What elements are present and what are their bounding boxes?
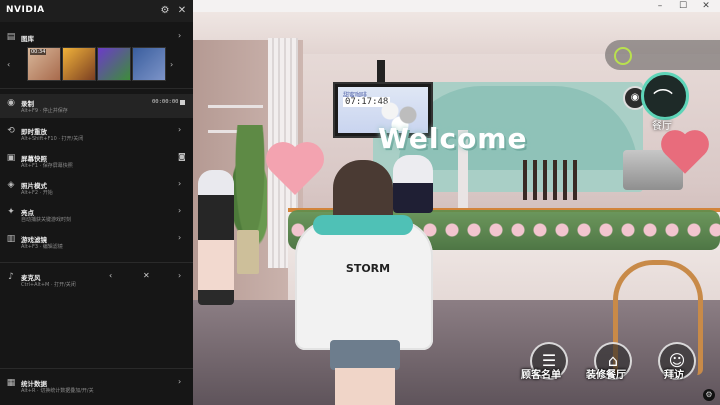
- gallery-title: 图库: [21, 35, 34, 43]
- stop-icon[interactable]: [180, 100, 185, 105]
- chevron-left-icon[interactable]: ‹: [109, 271, 112, 280]
- divider: [0, 368, 193, 369]
- welcome-sign: Welcome: [378, 122, 528, 155]
- chevron-left-icon[interactable]: ‹: [7, 60, 10, 69]
- game-filter-shortcut: Alt+F3 · 编辑滤镜: [21, 244, 63, 250]
- screenshot-icon: ▣: [6, 153, 16, 163]
- visit-label: 拜访: [664, 370, 684, 381]
- restaurant-button[interactable]: ⌒: [641, 72, 689, 120]
- highlights-desc: 自动捕获关键游戏时刻: [21, 217, 72, 223]
- chevron-right-icon: ›: [178, 179, 182, 188]
- settings-corner-icon[interactable]: ⚙: [703, 389, 715, 401]
- gear-icon[interactable]: ⚙: [158, 4, 172, 18]
- player-character: [295, 220, 433, 350]
- chevron-right-icon: ›: [178, 233, 182, 242]
- camera-icon[interactable]: ◙: [178, 152, 186, 161]
- replay-icon: ⟲: [7, 126, 15, 136]
- decorate-label: 装修餐厅: [586, 370, 626, 381]
- bottle-rack: [523, 160, 583, 200]
- close-window-icon[interactable]: ✕: [696, 0, 716, 12]
- stats-icon: ▦: [6, 378, 16, 388]
- gallery-thumbnail[interactable]: [62, 47, 96, 81]
- game-filter-row[interactable]: ▥ 游戏滤镜 Alt+F3 · 编辑滤镜 ›: [0, 232, 193, 252]
- chevron-right-icon: ›: [178, 125, 182, 134]
- chevron-right-icon[interactable]: ›: [178, 271, 181, 280]
- panel-header: NVIDIA ⚙ ✕: [0, 0, 193, 22]
- nvidia-overlay-panel: NVIDIA ⚙ ✕ ▤ 图库 › ‹ 00:34 › ◉ 录制 Alt+F9 …: [0, 0, 193, 405]
- screenshot-shortcut: Alt+F1 · 保存屏幕快照: [21, 163, 73, 169]
- highlights-row[interactable]: ✦ 亮点 自动捕获关键游戏时刻 ›: [0, 205, 193, 225]
- mic-off-icon[interactable]: ✕: [143, 271, 150, 280]
- food-bowl-icon: ⌒: [653, 87, 673, 111]
- highlights-icon: ✦: [7, 207, 15, 217]
- minimize-icon[interactable]: –: [650, 0, 670, 12]
- player-hood: [313, 215, 413, 235]
- photo-mode-icon: ◈: [7, 180, 15, 190]
- gallery-thumbnail[interactable]: 00:34: [27, 47, 61, 81]
- close-icon[interactable]: ✕: [175, 4, 189, 18]
- brand-title: NVIDIA: [6, 5, 45, 15]
- chevron-right-icon[interactable]: ›: [170, 60, 173, 69]
- window-titlebar: [193, 0, 720, 12]
- gallery-icon: ▤: [6, 32, 16, 42]
- divider: [0, 262, 193, 263]
- stats-shortcut: Alt+R · 切换统计数据叠加/开/关: [21, 388, 94, 394]
- gallery-thumbnail[interactable]: [132, 47, 166, 81]
- microphone-shortcut: Ctrl+Alt+M · 打开/关闭: [21, 282, 76, 288]
- screenshot-row[interactable]: ▣ 屏幕快照 Alt+F1 · 保存屏幕快照 ◙: [0, 151, 193, 171]
- record-row[interactable]: ◉ 录制 Alt+F9 · 停止并保存 00:00:00: [0, 94, 193, 118]
- shelf: [208, 105, 263, 108]
- photo-mode-row[interactable]: ◈ 照片模式 Alt+F2 · 开始 ›: [0, 178, 193, 198]
- chevron-right-icon: ›: [178, 377, 182, 386]
- thumbnail-duration: 00:34: [30, 49, 47, 55]
- instant-replay-shortcut: Alt+Shift+F10 · 打开/关闭: [21, 136, 84, 142]
- microphone-icon: ♪: [8, 272, 14, 282]
- npc-barista[interactable]: [393, 155, 433, 213]
- filter-icon: ▥: [6, 234, 16, 244]
- customer-list-label: 顾客名单: [521, 370, 561, 381]
- chevron-right-icon: ›: [178, 206, 182, 215]
- restaurant-label: 餐厅: [652, 121, 672, 132]
- divider: [0, 88, 193, 89]
- tv-mount: [377, 60, 385, 82]
- stats-row[interactable]: ▦ 统计数据 Alt+R · 切换统计数据叠加/开/关 ›: [0, 376, 193, 398]
- photo-mode-shortcut: Alt+F2 · 开始: [21, 190, 53, 196]
- record-icon: ◉: [7, 98, 15, 108]
- microphone-row[interactable]: ♪ 麦克风 Ctrl+Alt+M · 打开/关闭 ‹ ✕ ›: [0, 270, 193, 290]
- plant-pot: [237, 230, 259, 274]
- npc-girl[interactable]: [198, 170, 234, 305]
- maximize-icon[interactable]: ☐: [673, 0, 693, 12]
- player-shirt-text: STORM: [345, 262, 391, 275]
- chevron-right-icon: ›: [178, 31, 182, 40]
- record-shortcut: Alt+F9 · 停止并保存: [21, 108, 68, 114]
- record-timer: 00:00:00: [152, 99, 179, 105]
- player-legs: [335, 368, 395, 405]
- ring-icon: [614, 47, 632, 65]
- game-viewport[interactable]: – ☐ ✕ 甜蜜咖啡 07:17:48 Welcome STORM ◉ ⌒ 餐厅…: [193, 0, 720, 405]
- bowl-icon: ◉: [630, 92, 640, 103]
- instant-replay-row[interactable]: ⟲ 即时重放 Alt+Shift+F10 · 打开/关闭 ›: [0, 124, 193, 144]
- player-shorts: [330, 340, 400, 370]
- gallery-thumbnail[interactable]: [97, 47, 131, 81]
